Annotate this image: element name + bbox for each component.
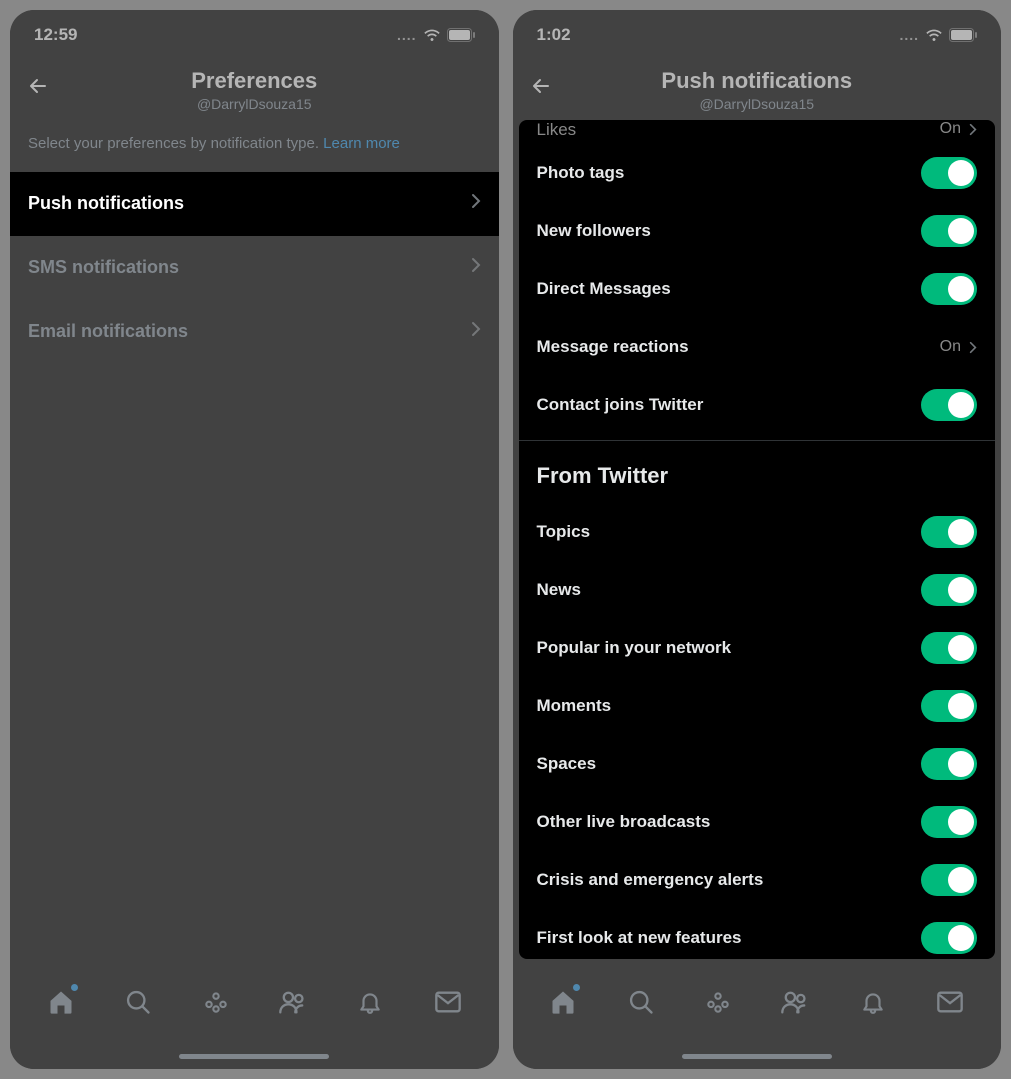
row-value: On [940,120,961,138]
home-tab[interactable] [46,987,76,1017]
toggle-switch[interactable] [921,922,977,954]
row-value: On [940,338,961,356]
row-label: Other live broadcasts [537,812,711,832]
notifications-tab[interactable] [858,987,888,1017]
search-tab[interactable] [123,987,153,1017]
row-label: Message reactions [537,337,689,357]
learn-more-link[interactable]: Learn more [323,135,400,152]
other-live-row[interactable]: Other live broadcasts [519,793,996,851]
new-followers-row[interactable]: New followers [519,202,996,260]
row-label: Spaces [537,754,597,774]
phone-left: 12:59 .... Preferences @DarrylDsouza15 S… [10,10,499,1069]
likes-row[interactable]: Likes On [519,120,996,144]
toggle-switch[interactable] [921,516,977,548]
row-label: First look at new features [537,928,742,948]
communities-tab[interactable] [780,987,810,1017]
photo-tags-row[interactable]: Photo tags [519,144,996,202]
direct-messages-row[interactable]: Direct Messages [519,260,996,318]
toggle-switch[interactable] [921,215,977,247]
status-bar: 12:59 .... [10,10,499,54]
phone-right: 1:02 .... Push notifications @DarrylDsou… [513,10,1002,1069]
settings-panel: Likes On Photo tags New followers Direct… [519,120,996,959]
page-subtitle: @DarrylDsouza15 [10,96,499,112]
row-label: Contact joins Twitter [537,395,704,415]
chevron-right-icon [969,123,977,136]
description-text: Select your preferences by notification … [28,135,323,152]
toggle-switch[interactable] [921,389,977,421]
message-reactions-row[interactable]: Message reactions On [519,318,996,376]
chevron-right-icon [969,341,977,354]
toggle-switch[interactable] [921,806,977,838]
wifi-icon [925,28,943,42]
page-title: Preferences [10,68,499,94]
home-indicator [179,1054,329,1059]
toggle-switch[interactable] [921,273,977,305]
cellular-dots-icon: .... [397,27,417,43]
row-label: Likes [537,120,577,140]
page-title: Push notifications [513,68,1002,94]
back-button[interactable] [26,74,50,103]
toggle-switch[interactable] [921,690,977,722]
messages-tab[interactable] [935,987,965,1017]
topics-row[interactable]: Topics [519,503,996,561]
row-label: Email notifications [28,321,188,342]
row-label: Direct Messages [537,279,671,299]
spaces-tab[interactable] [703,987,733,1017]
toggle-switch[interactable] [921,574,977,606]
crisis-alerts-row[interactable]: Crisis and emergency alerts [519,851,996,909]
clock-label: 1:02 [537,25,571,45]
row-label: Photo tags [537,163,625,183]
battery-icon [949,28,977,42]
sms-notifications-row[interactable]: SMS notifications [10,236,499,300]
notification-dot-icon [573,984,580,991]
row-label: Crisis and emergency alerts [537,870,764,890]
row-label: Moments [537,696,612,716]
status-bar: 1:02 .... [513,10,1002,54]
spaces-row[interactable]: Spaces [519,735,996,793]
preferences-description: Select your preferences by notification … [10,120,499,172]
popular-network-row[interactable]: Popular in your network [519,619,996,677]
notification-dot-icon [71,984,78,991]
row-label: New followers [537,221,651,241]
row-label: SMS notifications [28,257,179,278]
toggle-switch[interactable] [921,157,977,189]
communities-tab[interactable] [278,987,308,1017]
toggle-switch[interactable] [921,632,977,664]
row-label: Topics [537,522,591,542]
toggle-switch[interactable] [921,748,977,780]
chevron-right-icon [471,193,481,214]
tab-bar [10,973,499,1069]
wifi-icon [423,28,441,42]
first-look-row[interactable]: First look at new features [519,909,996,959]
moments-row[interactable]: Moments [519,677,996,735]
chevron-right-icon [471,257,481,278]
battery-icon [447,28,475,42]
tab-bar [513,973,1002,1069]
contact-joins-row[interactable]: Contact joins Twitter [519,376,996,434]
row-label: Popular in your network [537,638,732,658]
messages-tab[interactable] [433,987,463,1017]
page-header: Preferences @DarrylDsouza15 [10,54,499,120]
home-indicator [682,1054,832,1059]
row-label: News [537,580,581,600]
page-header: Push notifications @DarrylDsouza15 [513,54,1002,120]
page-subtitle: @DarrylDsouza15 [513,96,1002,112]
push-notifications-row[interactable]: Push notifications [10,172,499,236]
chevron-right-icon [471,321,481,342]
section-header: From Twitter [519,441,996,503]
email-notifications-row[interactable]: Email notifications [10,300,499,364]
clock-label: 12:59 [34,25,77,45]
search-tab[interactable] [626,987,656,1017]
notifications-tab[interactable] [355,987,385,1017]
home-tab[interactable] [548,987,578,1017]
news-row[interactable]: News [519,561,996,619]
cellular-dots-icon: .... [899,27,919,43]
row-label: Push notifications [28,193,184,214]
toggle-switch[interactable] [921,864,977,896]
back-button[interactable] [529,74,553,103]
spaces-tab[interactable] [201,987,231,1017]
